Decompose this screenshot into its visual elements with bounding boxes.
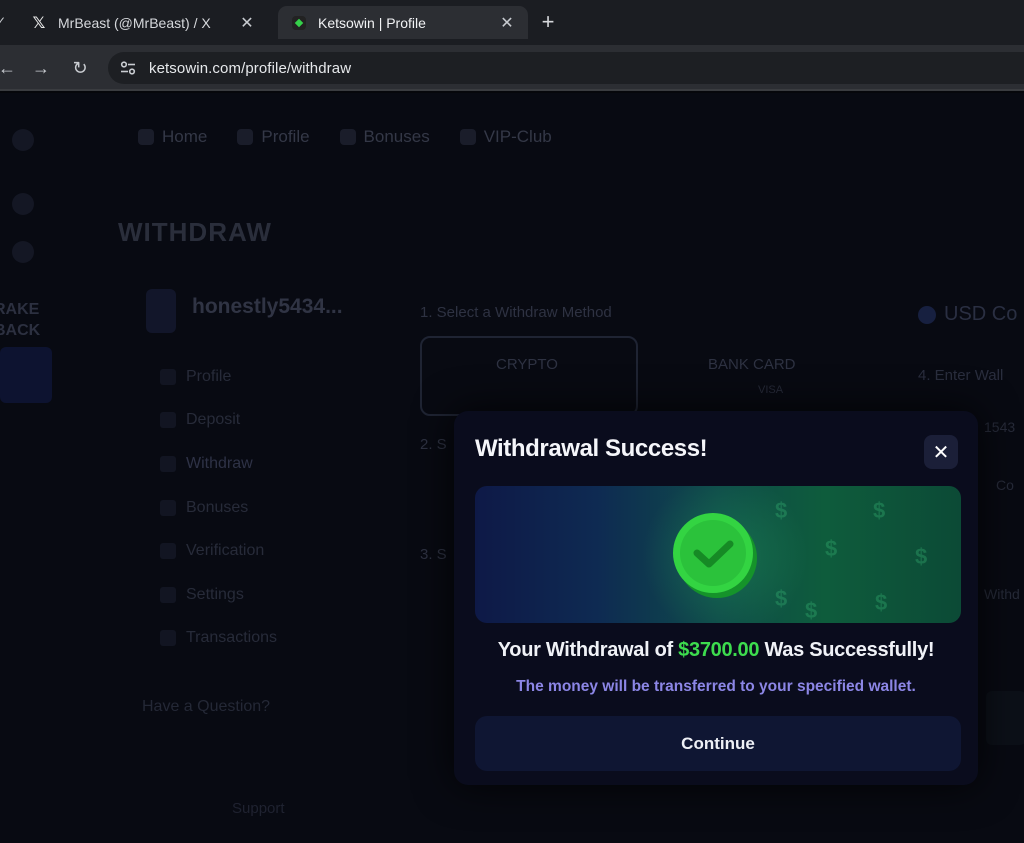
page-title: WITHDRAW <box>118 217 272 247</box>
coin-icon: $ <box>915 544 928 569</box>
ketsowin-favicon-icon <box>290 14 308 32</box>
message-suffix: Was Successfully! <box>764 639 935 661</box>
have-a-question-link[interactable]: Have a Question? <box>142 698 270 716</box>
message-prefix: Your Withdrawal of <box>497 639 673 661</box>
menu-item-deposit[interactable]: Deposit <box>160 399 277 443</box>
tab-title: MrBeast (@MrBeast) / X <box>58 14 211 31</box>
rail-games-icon[interactable] <box>12 193 34 215</box>
browser-tabstrip: ✓ 𝕏 MrBeast (@MrBeast) / X ✕ Ketsowin | … <box>0 0 1024 45</box>
method-crypto-card[interactable] <box>420 336 638 416</box>
profile-icon <box>237 129 254 145</box>
back-arrow-icon[interactable]: ← <box>0 55 20 81</box>
crypto-label: CRYPTO <box>496 356 558 373</box>
verification-icon <box>160 543 176 560</box>
menu-item-transactions[interactable]: Transactions <box>160 617 277 661</box>
url-text: ketsowin.com/profile/withdraw <box>149 59 352 77</box>
deposit-icon <box>160 412 176 429</box>
rakeback-label: RAKE BACK <box>0 301 41 339</box>
menu-item-bonuses[interactable]: Bonuses <box>160 486 277 530</box>
step-4-label: 4. Enter Wall <box>918 367 1004 384</box>
nav-vip-club[interactable]: VIP-Club <box>459 127 552 147</box>
rakeback-tile[interactable] <box>0 347 52 403</box>
success-banner: $ $ $ $ $ $ $ <box>475 486 961 623</box>
browser-toolbar: ← → ↻ ketsowin.com/profile/withdraw <box>0 45 1024 91</box>
username: honestly5434... <box>192 295 343 318</box>
step-2-label: 2. S <box>420 436 447 453</box>
menu-item-settings[interactable]: Settings <box>160 573 277 617</box>
rail-logo-icon[interactable] <box>12 129 34 151</box>
continue-button[interactable]: Continue <box>475 716 961 771</box>
close-icon: ✕ <box>932 441 950 464</box>
home-icon <box>138 129 154 145</box>
site-settings-icon[interactable] <box>117 57 139 79</box>
profile-menu-icon <box>160 368 176 385</box>
usd-coin-icon <box>918 305 936 324</box>
close-tab-icon[interactable]: ✕ <box>236 12 258 34</box>
success-message: Your Withdrawal of $3700.00 Was Successf… <box>454 639 978 662</box>
wallet-fragment: 1543 <box>984 419 1016 435</box>
step-3-label: 3. S <box>420 546 447 563</box>
nav-bonuses[interactable]: Bonuses <box>339 127 430 147</box>
nav-home[interactable]: Home <box>138 127 207 147</box>
avatar <box>146 289 176 333</box>
coin-icon: $ <box>873 498 886 523</box>
tab-mrbeast[interactable]: 𝕏 MrBeast (@MrBeast) / X ✕ <box>18 6 268 39</box>
reload-icon[interactable]: ↻ <box>67 55 93 81</box>
vip-icon <box>459 129 476 145</box>
nav-profile[interactable]: Profile <box>237 127 310 147</box>
withdrawal-amount: $3700.00 <box>678 639 760 661</box>
copy-fragment: Co <box>996 477 1014 493</box>
step-1-label: 1. Select a Withdraw Method <box>420 304 612 321</box>
transfer-subtext: The money will be transferred to your sp… <box>516 678 916 695</box>
coin-icon: $ <box>825 536 838 561</box>
coin-icon: $ <box>775 498 788 523</box>
withdraw-fragment: Withd <box>984 586 1020 602</box>
bonus-icon <box>339 129 356 145</box>
tab-title: Ketsowin | Profile <box>318 14 426 31</box>
address-bar[interactable]: ketsowin.com/profile/withdraw <box>108 52 1024 84</box>
right-panel-box <box>986 691 1024 745</box>
checkmark-icon <box>673 513 757 598</box>
screen: ✓ 𝕏 MrBeast (@MrBeast) / X ✕ Ketsowin | … <box>0 0 1024 843</box>
close-tab-icon[interactable]: ✕ <box>496 12 518 34</box>
bank-card-label[interactable]: BANK CARD <box>708 356 796 373</box>
tab-ketsowin-profile[interactable]: Ketsowin | Profile ✕ <box>278 6 528 39</box>
tab-search-chevron-icon[interactable]: ✓ <box>0 14 6 28</box>
new-tab-button[interactable]: + <box>537 11 559 33</box>
modal-title: Withdrawal Success! <box>475 435 708 462</box>
menu-item-profile[interactable]: Profile <box>160 355 277 399</box>
close-modal-button[interactable]: ✕ <box>924 435 958 469</box>
settings-icon <box>160 586 176 603</box>
coin-icon: $ <box>875 590 888 615</box>
menu-item-withdraw[interactable]: Withdraw <box>160 442 277 486</box>
withdrawal-success-modal: Withdrawal Success! ✕ $ $ $ $ $ $ $ Your… <box>454 411 978 785</box>
profile-side-menu: Profile Deposit Withdraw Bonuses Verific… <box>160 355 277 660</box>
x-logo-icon: 𝕏 <box>32 14 46 32</box>
coin-icon: $ <box>805 598 818 623</box>
menu-item-verification[interactable]: Verification <box>160 529 277 573</box>
top-nav: Home Profile Bonuses VIP-Club <box>138 127 552 147</box>
bonuses-icon <box>160 499 176 516</box>
left-rail: RAKE BACK <box>0 93 80 843</box>
withdraw-icon <box>160 455 176 472</box>
support-link[interactable]: Support <box>232 800 285 817</box>
rail-gift-icon[interactable] <box>12 241 34 263</box>
visa-label: VISA <box>758 384 784 396</box>
currency-selector[interactable]: USD Co <box>918 303 1017 326</box>
transactions-icon <box>160 630 176 647</box>
forward-arrow-icon[interactable]: → <box>28 55 54 81</box>
coin-icon: $ <box>775 586 788 611</box>
